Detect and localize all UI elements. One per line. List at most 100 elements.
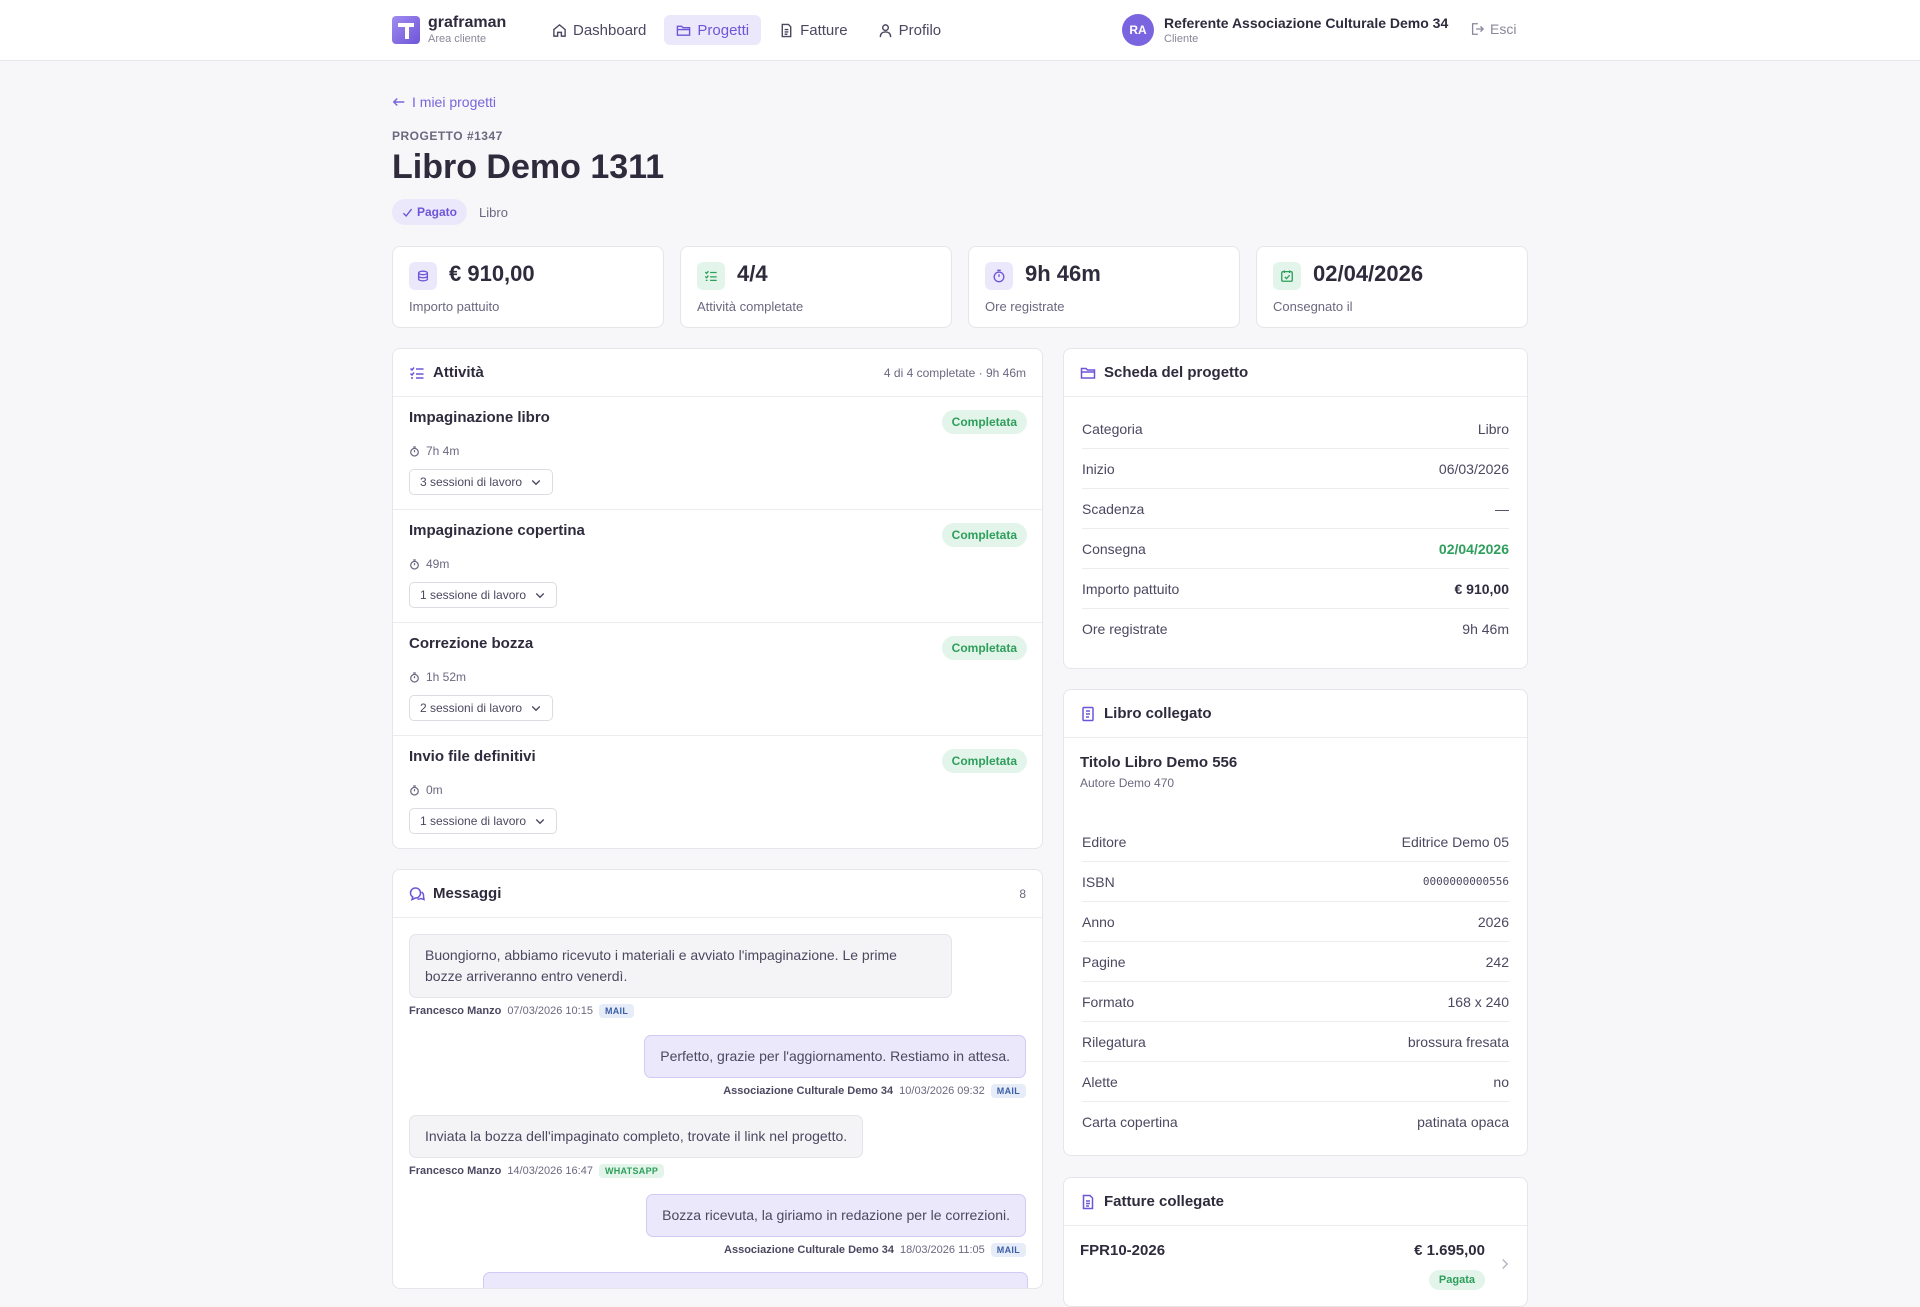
linked-book-header: Libro collegato bbox=[1064, 690, 1527, 738]
sheet-value: 02/04/2026 bbox=[1438, 540, 1509, 557]
message-bubble: Buongiorno, abbiamo ricevuto i materiali… bbox=[409, 934, 952, 998]
document-icon bbox=[1082, 1194, 1094, 1209]
sessions-dropdown[interactable]: 1 sessione di lavoro bbox=[409, 808, 558, 834]
book-row: Rilegatura brossura fresata bbox=[1082, 1022, 1509, 1062]
message-date: 18/03/2026 11:05 bbox=[899, 1244, 985, 1256]
nav-item-fatture[interactable]: Fatture bbox=[767, 15, 860, 45]
stopwatch-icon bbox=[410, 784, 419, 796]
chevron-down-icon bbox=[531, 480, 541, 486]
activity-time: 0m bbox=[409, 783, 443, 797]
category-label: Libro bbox=[479, 204, 508, 220]
channel-badge: MAIL bbox=[598, 1004, 635, 1018]
message-sender: Francesco Manzo bbox=[409, 1005, 502, 1017]
message-date: 10/03/2026 09:32 bbox=[899, 1085, 985, 1097]
status-badge: Pagato bbox=[392, 199, 468, 225]
sheet-value: 9h 46m bbox=[1462, 621, 1509, 637]
check-icon bbox=[402, 208, 413, 217]
activity-name: Correzione bozza bbox=[409, 635, 534, 652]
channel-badge: WHATSAPP bbox=[598, 1164, 665, 1178]
project-sheet-rows: Categoria Libro Inizio 06/03/2026 Scadenza… bbox=[1064, 397, 1527, 649]
sessions-label: 1 sessione di lavoro bbox=[420, 814, 527, 828]
chevron-down-icon bbox=[535, 593, 545, 599]
chevron-down-icon bbox=[531, 706, 541, 712]
stopwatch-icon bbox=[410, 445, 419, 457]
folder-icon bbox=[1080, 367, 1096, 379]
channel-badge: MAIL bbox=[990, 1084, 1026, 1098]
book-key: Formato bbox=[1082, 993, 1135, 1010]
book-value: 242 bbox=[1485, 953, 1509, 970]
project-sheet-header: Scheda del progetto bbox=[1064, 349, 1527, 397]
sheet-row: Importo pattuito € 910,00 bbox=[1082, 569, 1509, 609]
activity-time-value: 7h 4m bbox=[426, 444, 460, 458]
book-key: Anno bbox=[1082, 913, 1115, 930]
activity-name: Invio file definitivi bbox=[409, 748, 536, 765]
stopwatch-icon bbox=[985, 262, 1013, 290]
book-value: Editrice Demo 05 bbox=[1401, 833, 1509, 850]
card-title: Scheda del progetto bbox=[1104, 364, 1249, 381]
sessions-dropdown[interactable]: 1 sessione di lavoro bbox=[409, 582, 558, 608]
activities-header: Attività 4 di 4 completate · 9h 46m bbox=[393, 349, 1042, 397]
linked-book-card: Libro collegato Titolo Libro Demo 556 Au… bbox=[1063, 689, 1528, 1156]
chevron-down-icon bbox=[535, 819, 545, 825]
book-row: Carta copertina patinata opaca bbox=[1082, 1102, 1509, 1142]
nav-label: Profilo bbox=[898, 21, 942, 39]
project-sheet-card: Scheda del progetto Categoria Libro Inizi… bbox=[1063, 348, 1528, 669]
sessions-label: 1 sessione di lavoro bbox=[420, 588, 527, 602]
activity-item: Invio file definitivi Completata 0m 1 se… bbox=[393, 736, 1042, 848]
nav-label: Progetti bbox=[697, 21, 750, 39]
status-badge: Completata bbox=[941, 749, 1027, 773]
book-key: Alette bbox=[1082, 1073, 1118, 1090]
status-badge: Completata bbox=[941, 523, 1027, 547]
status-badge: Pagata bbox=[1428, 1270, 1485, 1290]
card-title: Messaggi bbox=[433, 885, 502, 902]
book-value: no bbox=[1493, 1073, 1509, 1090]
user-menu[interactable]: RA Referente Associazione Culturale Demo… bbox=[1122, 14, 1448, 46]
nav-item-dashboard[interactable]: Dashboard bbox=[540, 15, 658, 45]
activity-time: 7h 4m bbox=[409, 444, 459, 458]
message-bubble: Inviata la bozza dell'impaginato complet… bbox=[409, 1115, 864, 1158]
book-key: ISBN bbox=[1082, 873, 1115, 890]
book-row: Alette no bbox=[1082, 1062, 1509, 1102]
sessions-dropdown[interactable]: 2 sessioni di lavoro bbox=[409, 695, 554, 721]
nav-item-profilo[interactable]: Profilo bbox=[866, 15, 954, 45]
linked-invoices-header: Fatture collegate bbox=[1064, 1178, 1527, 1226]
project-code: PROGETTO #1347 bbox=[392, 129, 503, 143]
brand[interactable]: graframan Area cliente bbox=[392, 14, 506, 46]
book-key: Rilegatura bbox=[1082, 1033, 1146, 1050]
activity-time: 49m bbox=[409, 557, 449, 571]
arrow-left-icon bbox=[392, 98, 405, 106]
activity-name: Impaginazione libro bbox=[409, 409, 550, 426]
card-title: Libro collegato bbox=[1104, 705, 1212, 722]
back-label: I miei progetti bbox=[412, 94, 497, 110]
document-icon bbox=[781, 23, 792, 37]
sheet-key: Ore registrate bbox=[1082, 621, 1168, 637]
card-title: Attività bbox=[433, 364, 484, 381]
sheet-key: Scadenza bbox=[1082, 500, 1145, 517]
sheet-key: Categoria bbox=[1082, 420, 1143, 437]
stat-label: Importo pattuito bbox=[409, 299, 500, 314]
user-name: Referente Associazione Culturale Demo 34 bbox=[1164, 14, 1449, 31]
stat-label: Attività completate bbox=[697, 299, 804, 314]
checklist-icon bbox=[697, 262, 725, 290]
book-value: patinata opaca bbox=[1417, 1114, 1509, 1130]
book-author: Autore Demo 470 bbox=[1080, 776, 1175, 790]
message-meta: Francesco Manzo 14/03/2026 16:47 WHATSAP… bbox=[409, 1164, 863, 1178]
book-value: 0000000000556 bbox=[1422, 875, 1509, 888]
back-link[interactable]: I miei progetti bbox=[392, 94, 496, 110]
sheet-value: — bbox=[1495, 500, 1509, 517]
nav-item-progetti[interactable]: Progetti bbox=[664, 15, 762, 45]
sessions-label: 3 sessioni di lavoro bbox=[420, 475, 523, 489]
message-bubble: Bozza ricevuta, la giriamo in redazione … bbox=[646, 1194, 1026, 1237]
activities-card: Attività 4 di 4 completate · 9h 46m Impa… bbox=[392, 348, 1043, 849]
page-title: Libro Demo 1311 bbox=[392, 148, 665, 186]
sessions-dropdown[interactable]: 3 sessioni di lavoro bbox=[409, 469, 554, 495]
message-meta: Francesco Manzo 07/03/2026 10:15 MAIL bbox=[409, 1004, 952, 1018]
logout-button[interactable]: Esci bbox=[1470, 21, 1516, 37]
sheet-key: Importo pattuito bbox=[1082, 580, 1180, 597]
sheet-key: Inizio bbox=[1082, 460, 1115, 477]
stat-card-delivery: 02/04/2026 Consegnato il bbox=[1256, 246, 1528, 328]
message-bubble: Perfetto, grazie per l'aggiornamento. Re… bbox=[644, 1035, 1026, 1078]
book-icon bbox=[1082, 706, 1094, 721]
card-title: Fatture collegate bbox=[1104, 1193, 1225, 1210]
book-details: Editore Editrice Demo 05 ISBN 000000000055… bbox=[1064, 822, 1527, 1142]
